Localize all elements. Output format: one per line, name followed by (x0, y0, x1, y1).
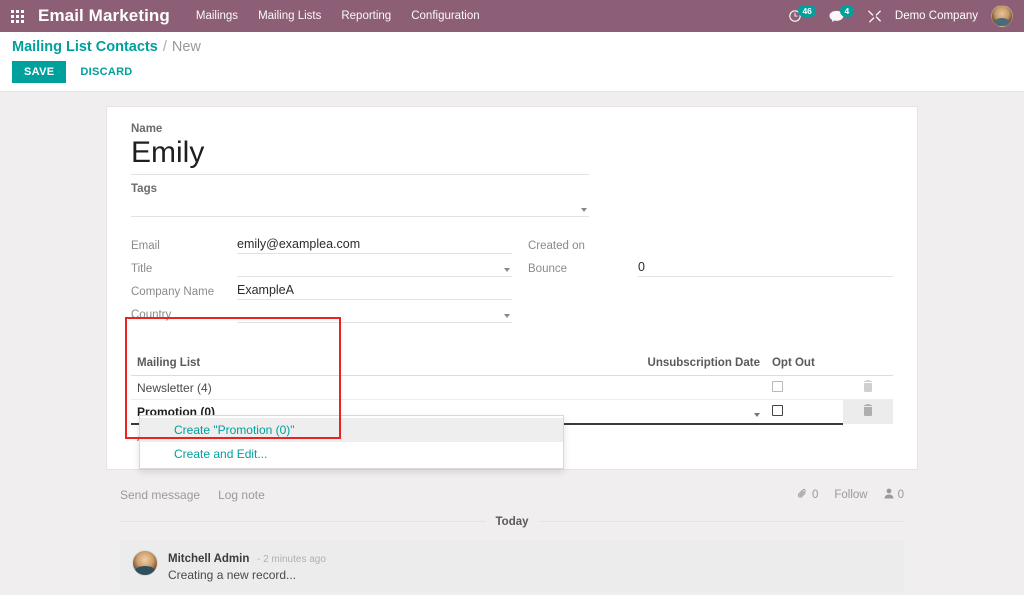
wrench-icon (867, 9, 882, 23)
field-country-value[interactable] (237, 305, 512, 323)
navbar-systray: 46 4 Demo Company (788, 5, 1018, 27)
chatter-panel: Send message Log note 0 Follow (106, 478, 918, 592)
followers-counter[interactable]: 0 (884, 488, 904, 502)
top-navbar: Email Marketing Mailings Mailing Lists R… (0, 0, 1024, 32)
cell-opt-out[interactable] (766, 400, 843, 424)
field-title-label: Title (131, 263, 237, 277)
follower-count: 0 (898, 489, 904, 501)
cell-opt-out[interactable] (766, 376, 843, 400)
control-panel: Mailing List Contacts / New SAVE DISCARD (0, 32, 1024, 92)
chatter-toolbar: Send message Log note 0 Follow (120, 478, 904, 514)
field-created-on: Created on (528, 235, 893, 254)
name-field-label: Name (131, 123, 893, 135)
trash-icon[interactable] (863, 381, 873, 395)
breadcrumb: Mailing List Contacts / New (12, 39, 1012, 55)
send-message-button[interactable]: Send message (120, 488, 200, 502)
table-header-row: Mailing List Unsubscription Date Opt Out (131, 353, 893, 376)
menu-item-reporting[interactable]: Reporting (341, 10, 391, 22)
record-action-buttons: SAVE DISCARD (12, 61, 1012, 91)
mailing-list-subscriptions-table: Mailing List Unsubscription Date Opt Out… (131, 353, 893, 449)
dropdown-item-create[interactable]: Create "Promotion (0)" (140, 418, 563, 442)
app-brand-title: Email Marketing (38, 6, 170, 26)
field-email-label: Email (131, 240, 237, 254)
field-country-label: Country (131, 309, 237, 323)
field-title: Title (131, 258, 512, 277)
menu-item-mailings[interactable]: Mailings (196, 10, 238, 22)
field-company-name-value[interactable]: ExampleA (237, 282, 512, 300)
attachment-count: 0 (812, 489, 818, 501)
field-email-value[interactable]: emily@examplea.com (237, 236, 512, 254)
field-email: Email emily@examplea.com (131, 235, 512, 254)
message-count-badge: 4 (840, 5, 854, 17)
chatter-status: 0 Follow 0 (797, 488, 904, 502)
user-icon (884, 488, 894, 502)
messages-menu[interactable]: 4 (829, 10, 854, 23)
tags-field: Tags (131, 183, 589, 217)
field-bounce-label: Bounce (528, 263, 638, 277)
cell-unsubscription-date[interactable] (535, 376, 766, 400)
cell-mailing-list[interactable]: Newsletter (4) (131, 376, 535, 400)
trash-icon[interactable] (863, 405, 873, 419)
main-menu: Mailings Mailing Lists Reporting Configu… (196, 10, 789, 22)
chevron-down-icon (581, 208, 587, 212)
paperclip-icon (797, 488, 808, 502)
column-header-mailing-list: Mailing List (131, 353, 535, 376)
menu-item-configuration[interactable]: Configuration (411, 10, 479, 22)
field-company-name: Company Name ExampleA (131, 281, 512, 300)
field-created-on-label: Created on (528, 240, 638, 254)
form-field-columns: Email emily@examplea.com Title Company N… (131, 235, 893, 327)
breadcrumb-separator: / (163, 39, 167, 55)
field-created-on-value (638, 236, 893, 254)
cell-unsubscription-date[interactable] (535, 400, 766, 424)
chevron-down-icon (504, 314, 510, 318)
breadcrumb-root-link[interactable]: Mailing List Contacts (12, 39, 158, 55)
apps-grid-icon[interactable] (0, 0, 34, 32)
table-row[interactable]: Newsletter (4) (131, 376, 893, 400)
cell-delete[interactable] (843, 400, 893, 424)
save-button[interactable]: SAVE (12, 61, 66, 83)
record-form-sheet: Name Tags Email emily@examplea.com Title (106, 106, 918, 470)
avatar (132, 550, 158, 576)
user-avatar[interactable] (991, 5, 1013, 27)
field-bounce: Bounce 0 (528, 258, 893, 277)
tags-input[interactable] (131, 198, 589, 217)
status-flag-icon (134, 568, 142, 574)
activity-count-badge: 46 (798, 5, 815, 17)
column-header-opt-out: Opt Out (766, 353, 843, 376)
form-right-column: Created on Bounce 0 (512, 235, 893, 327)
form-scroll-area: Name Tags Email emily@examplea.com Title (0, 92, 1024, 595)
day-separator: Today (120, 516, 904, 528)
autocomplete-dropdown: Create "Promotion (0)" Create and Edit..… (139, 415, 564, 469)
form-left-column: Email emily@examplea.com Title Company N… (131, 235, 512, 327)
chevron-down-icon (754, 413, 760, 417)
opt-out-checkbox[interactable] (772, 381, 783, 392)
cell-delete[interactable] (843, 376, 893, 400)
column-header-unsubscription-date: Unsubscription Date (535, 353, 766, 376)
message-author[interactable]: Mitchell Admin (168, 553, 249, 565)
field-bounce-value[interactable]: 0 (638, 259, 893, 277)
tags-field-label: Tags (131, 183, 589, 195)
debug-tools-menu[interactable] (867, 9, 882, 23)
field-title-value[interactable] (237, 259, 512, 277)
message-timestamp: - 2 minutes ago (257, 554, 326, 565)
activities-menu[interactable]: 46 (788, 9, 815, 23)
opt-out-checkbox[interactable] (772, 405, 783, 416)
name-input[interactable] (131, 136, 589, 175)
company-switcher[interactable]: Demo Company (895, 10, 978, 22)
breadcrumb-current: New (172, 39, 201, 55)
menu-item-mailing-lists[interactable]: Mailing Lists (258, 10, 321, 22)
dropdown-item-create-and-edit[interactable]: Create and Edit... (140, 442, 563, 466)
column-header-actions (843, 353, 893, 376)
day-separator-label: Today (496, 516, 529, 528)
chatter-message: Mitchell Admin - 2 minutes ago Creating … (120, 540, 904, 592)
message-body: Creating a new record... (168, 568, 892, 582)
field-country: Country (131, 304, 512, 323)
field-company-name-label: Company Name (131, 286, 237, 300)
attachments-counter[interactable]: 0 (797, 488, 818, 502)
log-note-button[interactable]: Log note (218, 488, 265, 502)
discard-button[interactable]: DISCARD (76, 61, 136, 83)
follow-button[interactable]: Follow (834, 489, 867, 501)
chevron-down-icon (504, 268, 510, 272)
